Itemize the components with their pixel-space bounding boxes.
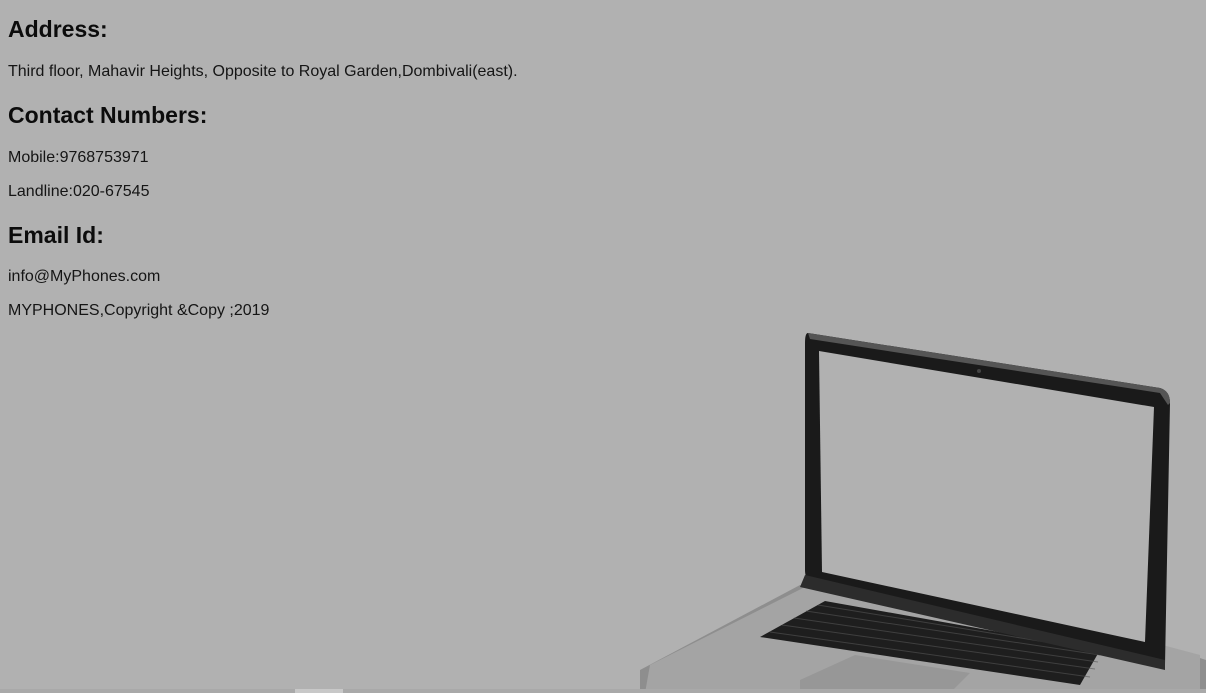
bottom-scrollbar-thumb[interactable] [295,689,343,693]
mobile-number: Mobile:9768753971 [8,149,149,166]
contact-page: Address: Third floor, Mahavir Heights, O… [0,0,1206,693]
copyright-text: MYPHONES,Copyright &Copy ;2019 [8,302,270,319]
address-text: Third floor, Mahavir Heights, Opposite t… [8,63,518,80]
bottom-scrollbar-track[interactable] [0,689,1206,693]
landline-number: Landline:020-67545 [8,183,150,200]
email-address: info@MyPhones.com [8,268,161,285]
email-heading: Email Id: [8,222,104,248]
laptop-image [640,333,1206,693]
contact-numbers-heading: Contact Numbers: [8,102,208,128]
address-heading: Address: [8,16,108,42]
